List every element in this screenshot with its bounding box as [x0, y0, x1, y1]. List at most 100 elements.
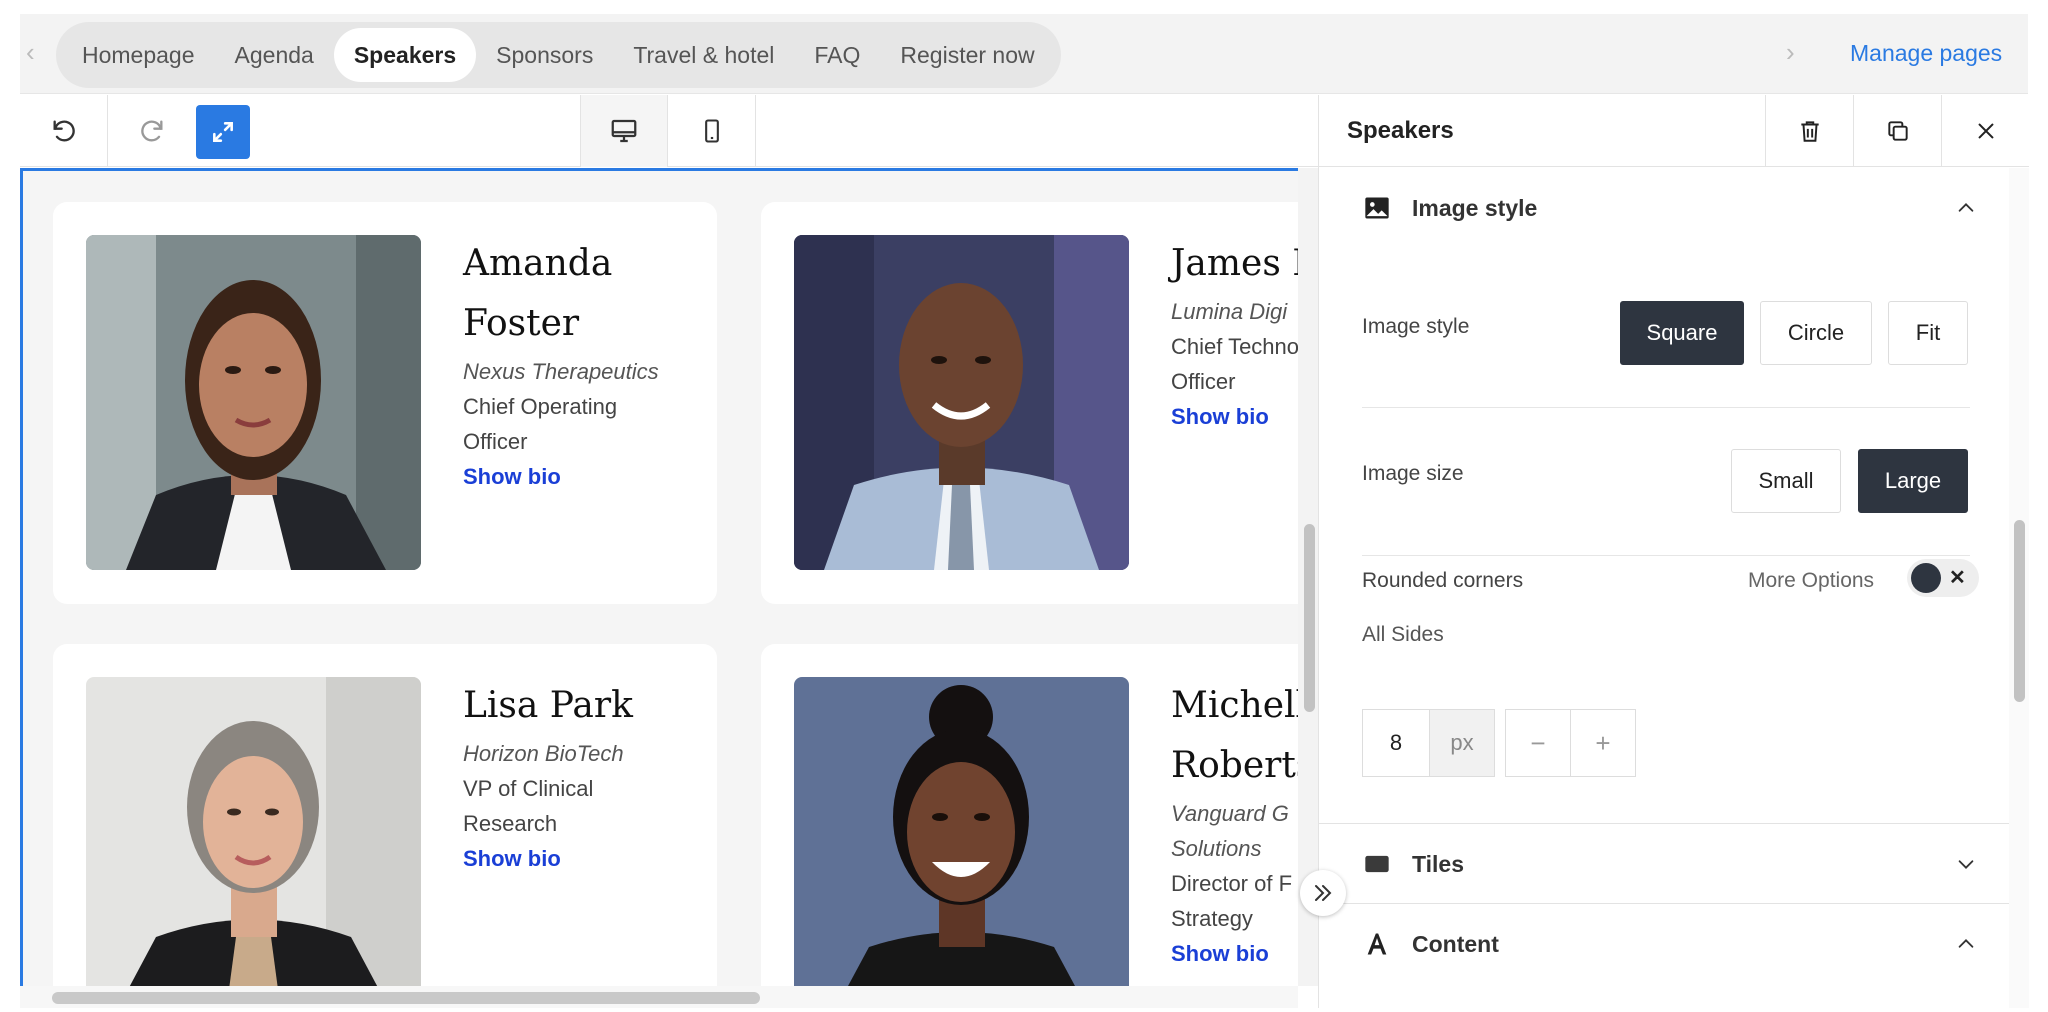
speaker-company: Vanguard G: [1171, 801, 1289, 826]
mobile-view-button[interactable]: [668, 95, 756, 167]
show-bio-link[interactable]: Show bio: [463, 841, 723, 876]
speaker-name: Amanda: [463, 243, 613, 284]
show-bio-link[interactable]: Show bio: [463, 459, 723, 494]
speaker-photo: [794, 677, 1129, 986]
image-size-label: Image size: [1362, 462, 1464, 485]
tiles-icon: [1365, 855, 1389, 873]
canvas-vertical-scrollbar[interactable]: [1298, 168, 1320, 986]
more-options-toggle[interactable]: ✕: [1907, 559, 1979, 597]
collapse-panel-button[interactable]: [1300, 870, 1346, 916]
scrollbar-thumb[interactable]: [2014, 520, 2025, 702]
corner-radius-input[interactable]: 8: [1362, 709, 1430, 777]
speaker-company: Lumina Digi: [1171, 299, 1288, 324]
text-icon: [1367, 933, 1387, 955]
delete-button[interactable]: [1765, 95, 1853, 167]
manage-pages-link[interactable]: Manage pages: [1850, 40, 2002, 67]
speaker-name: Lisa Park: [463, 685, 633, 726]
speaker-role: Strategy: [1171, 906, 1253, 931]
speaker-card[interactable]: Lisa Park Horizon BioTech VP of Clinical…: [53, 644, 717, 986]
content-section-header[interactable]: Content: [1319, 904, 2009, 984]
close-icon: [1978, 123, 1993, 139]
image-size-large[interactable]: Large: [1858, 449, 1968, 513]
speaker-role: Officer: [1171, 369, 1236, 394]
page-tabs: Homepage Agenda Speakers Sponsors Travel…: [56, 22, 1061, 88]
settings-panel: Speakers Image style Image style Square …: [1318, 95, 2029, 1008]
image-style-circle[interactable]: Circle: [1760, 301, 1872, 365]
scrollbar-thumb[interactable]: [1304, 524, 1315, 712]
show-bio-link[interactable]: Show bio: [1171, 399, 1298, 434]
expand-button[interactable]: [196, 105, 250, 159]
tab-travel-hotel[interactable]: Travel & hotel: [613, 28, 794, 82]
desktop-view-button[interactable]: [580, 95, 668, 167]
redo-button[interactable]: [108, 95, 196, 167]
speaker-role: Director of F: [1171, 871, 1293, 896]
redo-icon: [141, 120, 163, 142]
speaker-card[interactable]: James L Lumina Digi Chief Techno Officer…: [761, 202, 1298, 604]
toggle-knob: [1911, 563, 1941, 593]
speaker-company: Nexus Therapeutics: [463, 359, 659, 384]
preview-canvas: Amanda Foster Nexus Therapeutics Chief O…: [20, 168, 1298, 986]
speaker-role: VP of Clinical: [463, 776, 594, 801]
page-nav-bar: ‹ Homepage Agenda Speakers Sponsors Trav…: [20, 14, 2028, 94]
close-button[interactable]: [1941, 95, 2029, 167]
rounded-corners-label: Rounded corners: [1362, 569, 1524, 592]
speaker-card[interactable]: Amanda Foster Nexus Therapeutics Chief O…: [53, 202, 717, 604]
collapse-panel-icon: [1315, 885, 1332, 901]
canvas-horizontal-scrollbar[interactable]: [20, 986, 1298, 1008]
undo-icon: [53, 120, 75, 142]
chevron-up-icon: [1958, 203, 1974, 212]
image-style-square[interactable]: Square: [1620, 301, 1744, 365]
image-style-section-header[interactable]: Image style: [1319, 168, 2009, 248]
tab-sponsors[interactable]: Sponsors: [476, 28, 613, 82]
speaker-name: Roberts: [1171, 745, 1298, 786]
image-icon: [1365, 197, 1389, 219]
section-title: Content: [1412, 930, 1499, 957]
section-title: Tiles: [1412, 850, 1464, 877]
scrollbar-thumb[interactable]: [52, 992, 760, 1004]
speaker-name: Michelle: [1171, 685, 1298, 726]
speaker-role: Chief Techno: [1171, 334, 1298, 359]
chevron-up-icon: [1958, 939, 1974, 948]
speaker-name: James L: [1171, 243, 1298, 284]
duplicate-button[interactable]: [1853, 95, 1941, 167]
tab-homepage[interactable]: Homepage: [62, 28, 215, 82]
show-bio-link[interactable]: Show bio: [1171, 936, 1298, 971]
undo-button[interactable]: [20, 95, 108, 167]
image-style-fit[interactable]: Fit: [1888, 301, 1968, 365]
image-size-small[interactable]: Small: [1731, 449, 1841, 513]
section-title: Image style: [1412, 194, 1538, 221]
speaker-card[interactable]: Michelle Roberts Vanguard G Solutions Di…: [761, 644, 1298, 986]
desktop-icon: [611, 119, 637, 143]
more-options-label: More Options: [1748, 569, 1875, 592]
tab-agenda[interactable]: Agenda: [215, 28, 334, 82]
tab-faq[interactable]: FAQ: [794, 28, 880, 82]
tab-register-now[interactable]: Register now: [880, 28, 1054, 82]
increment-button[interactable]: +: [1570, 709, 1636, 777]
panel-vertical-scrollbar[interactable]: [2009, 168, 2029, 1008]
speaker-company: Horizon BioTech: [463, 741, 624, 766]
all-sides-label: All Sides: [1362, 623, 1444, 646]
chevron-right-icon[interactable]: ›: [1786, 38, 1795, 66]
expand-icon: [213, 122, 233, 142]
editor-toolbar: [20, 95, 1318, 167]
chevron-left-icon[interactable]: ‹: [26, 38, 46, 66]
image-style-label: Image style: [1362, 315, 1470, 338]
chevron-down-icon: [1958, 860, 1974, 869]
panel-title: Speakers: [1347, 117, 1454, 144]
speaker-role: Research: [463, 811, 558, 836]
corner-unit: px: [1429, 709, 1495, 777]
page-editor: ‹ Homepage Agenda Speakers Sponsors Trav…: [20, 14, 2029, 1008]
speaker-company: Solutions: [1171, 836, 1262, 861]
trash-icon: [1800, 121, 1819, 142]
decrement-button[interactable]: −: [1505, 709, 1571, 777]
close-icon: ✕: [1949, 567, 1966, 589]
divider: [1362, 555, 1970, 556]
panel-header: Speakers: [1319, 95, 2029, 167]
speaker-photo: [86, 235, 421, 570]
divider: [1362, 407, 1970, 408]
tab-speakers[interactable]: Speakers: [333, 28, 477, 82]
speaker-photo: [794, 235, 1129, 570]
mobile-icon: [704, 119, 719, 143]
speaker-name: Foster: [463, 303, 580, 344]
tiles-section-header[interactable]: Tiles: [1319, 824, 2009, 904]
